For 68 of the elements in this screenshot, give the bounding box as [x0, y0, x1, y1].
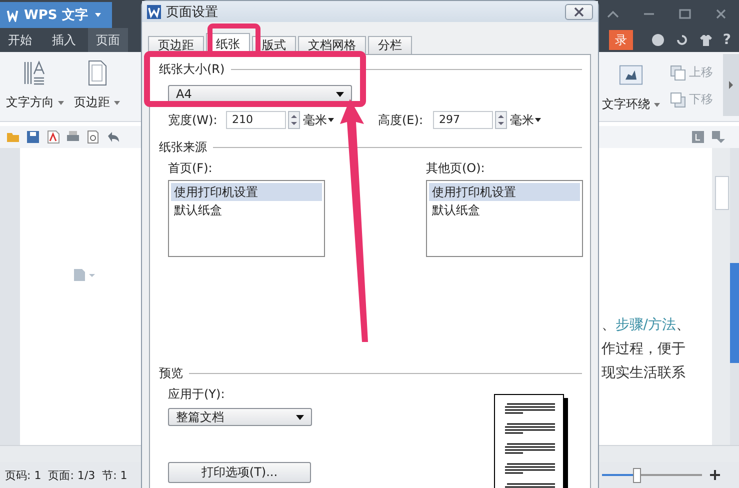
button-label: 页边距 — [74, 94, 110, 111]
status-text: 节: 1 — [102, 468, 128, 482]
document-text: 现实生活联系 — [601, 365, 686, 381]
apply-to-dropdown[interactable]: 整篇文档 — [168, 408, 312, 426]
button-label: 文字环绕 — [602, 96, 650, 113]
dialog-title: 页面设置 — [166, 4, 218, 20]
group-label: 纸张大小(R) — [159, 61, 225, 78]
printer-icon[interactable] — [66, 130, 80, 144]
tab-stop-icon[interactable] — [691, 130, 705, 144]
button-label: 文字方向 — [6, 94, 54, 111]
status-text: 页面: 1/3 — [48, 468, 96, 482]
close-icon — [573, 6, 585, 16]
field-label: 应用于(Y): — [168, 386, 226, 403]
document-text: 作过程，便于 — [601, 341, 686, 357]
preview-icon[interactable] — [86, 130, 100, 144]
text-direction-icon — [23, 60, 47, 86]
list-item[interactable]: 默认纸盒 — [429, 201, 580, 219]
caret-icon — [58, 100, 64, 104]
margins-button[interactable]: 页边距 — [74, 60, 120, 111]
text-direction-button[interactable]: 文字方向 — [6, 60, 64, 111]
layers-icon — [670, 92, 686, 108]
input-field[interactable]: 297 — [433, 111, 493, 129]
shirt-icon[interactable] — [698, 33, 713, 47]
list-item[interactable]: 使用打印机设置 — [429, 183, 580, 201]
spinner-icon[interactable] — [288, 111, 300, 129]
app-title: WPS 文字 — [24, 6, 88, 24]
caret-icon — [654, 102, 660, 106]
group-label: 预览 — [159, 365, 183, 382]
text-wrap-button[interactable]: 文字环绕 — [602, 62, 660, 113]
list-item[interactable]: 使用打印机设置 — [171, 183, 322, 201]
status-text: 页码: 1 — [5, 468, 42, 482]
caret-icon — [114, 100, 120, 104]
unit-dropdown[interactable]: 毫米 — [510, 112, 541, 128]
list-label: 首页(F): — [168, 160, 214, 177]
caret-icon — [94, 13, 101, 17]
menu-tab[interactable]: 页面 — [88, 28, 128, 52]
plus-icon[interactable] — [709, 469, 721, 481]
document-icon — [73, 268, 97, 282]
group-label: 纸张来源 — [159, 139, 207, 156]
caret-icon — [328, 118, 334, 122]
spinner-icon[interactable] — [495, 111, 507, 129]
layers-icon — [670, 64, 686, 80]
field-label: 高度(E): — [378, 112, 424, 128]
app-menu-button[interactable]: WPS 文字 — [0, 2, 112, 28]
list-item[interactable]: 默认纸盒 — [171, 201, 322, 219]
vertical-scrollbar[interactable] — [712, 148, 730, 445]
document-text: 、 — [676, 317, 690, 333]
input-field[interactable]: 210 — [226, 111, 286, 129]
menu-tab[interactable]: 插入 — [44, 28, 84, 52]
caret-icon — [535, 118, 541, 122]
dialog-tab[interactable]: 分栏 — [368, 36, 412, 54]
list-label: 其他页(O): — [426, 160, 486, 177]
save-icon[interactable] — [26, 130, 40, 144]
refresh-icon[interactable] — [674, 33, 689, 47]
menu-tab[interactable]: 开始 — [0, 28, 40, 52]
link-text: 步骤/方法 — [615, 317, 676, 333]
logo-icon — [6, 8, 19, 22]
print-options-button[interactable]: 打印选项(T)... — [168, 462, 311, 483]
help-button[interactable]: ? — [722, 32, 731, 48]
close-button[interactable] — [565, 4, 593, 20]
pdf-icon[interactable] — [46, 130, 60, 144]
logo-icon — [147, 4, 161, 18]
unit-dropdown[interactable]: 毫米 — [303, 112, 334, 128]
document-text: 、 — [601, 317, 616, 333]
field-label: 宽度(W): — [168, 112, 218, 128]
maximize-icon[interactable] — [677, 6, 693, 22]
undo-icon[interactable] — [106, 130, 120, 144]
dropdown-icon[interactable] — [711, 130, 725, 144]
